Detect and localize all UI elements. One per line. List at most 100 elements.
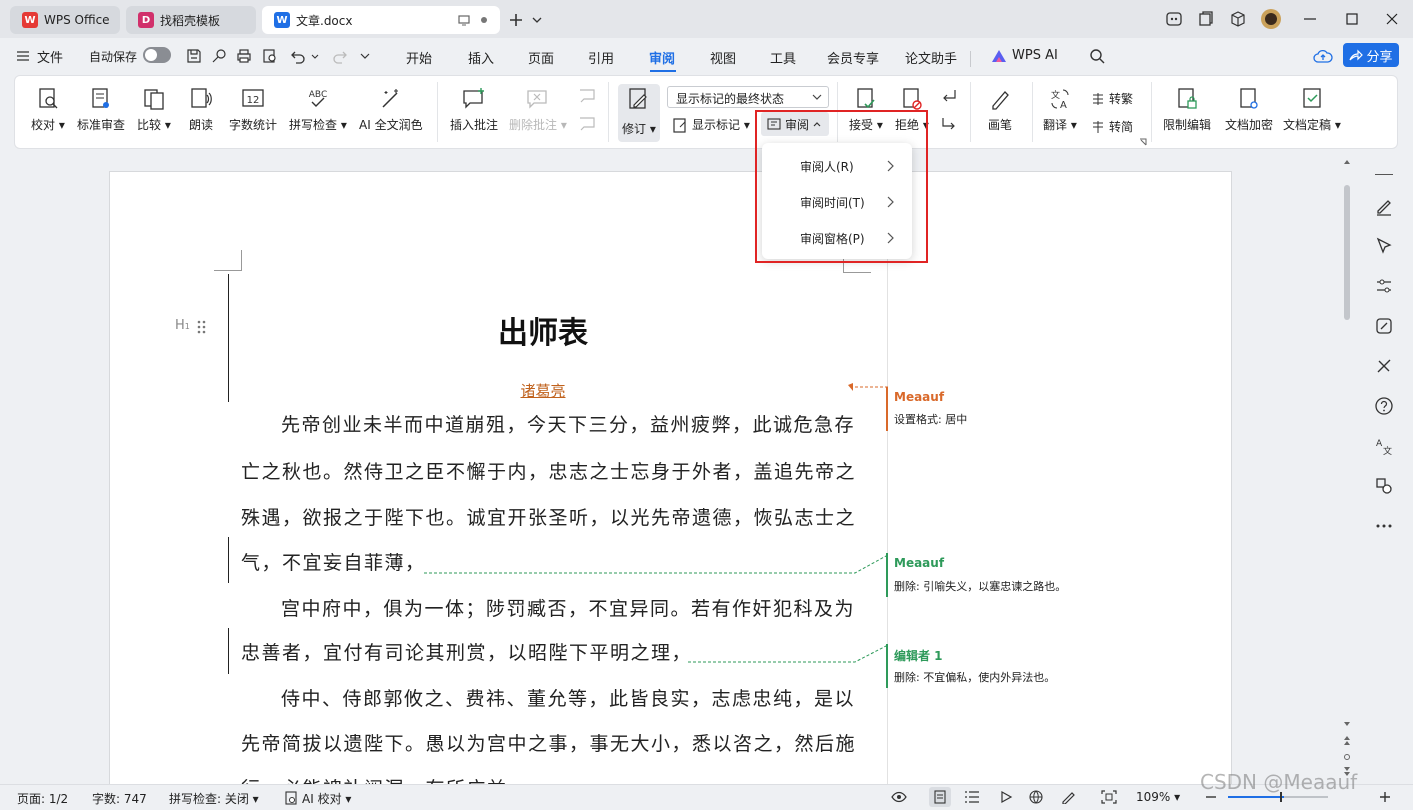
menu-member[interactable]: 会员专享 (827, 48, 879, 67)
to-simplified-button[interactable]: 转简 (1091, 118, 1133, 135)
cloud-upload-icon[interactable] (1313, 47, 1333, 65)
track-changes-button[interactable]: 修订 ▾ (618, 84, 660, 142)
cube-icon[interactable] (1228, 9, 1248, 29)
spell-check-indicator[interactable]: 拼写检查: 关闭 ▾ (169, 790, 259, 807)
zoom-level[interactable]: 109% ▾ (1136, 790, 1180, 804)
tab-wps-office[interactable]: W WPS Office (10, 6, 120, 34)
pen-button[interactable]: 画笔 (987, 86, 1013, 133)
word-count-icon-text: 12 (247, 95, 260, 106)
maximize-icon[interactable] (1342, 9, 1362, 29)
show-markup-label: 显示标记 (692, 118, 741, 132)
spell-check-button[interactable]: ABC 拼写检查 ▾ (289, 86, 347, 133)
dialog-launcher-icon[interactable] (1139, 138, 1147, 146)
ai-polish-button[interactable]: AI 全文润色 (359, 86, 423, 133)
read-aloud-button[interactable]: 朗读 (188, 86, 214, 133)
skin-icon[interactable] (1164, 9, 1184, 29)
minimize-icon[interactable] (1300, 9, 1320, 29)
translate-button[interactable]: 文A 翻译 ▾ (1043, 86, 1077, 133)
cursor-icon[interactable] (1374, 236, 1394, 256)
restrict-edit-icon (1178, 88, 1197, 109)
zoom-out-icon[interactable] (1205, 795, 1217, 799)
encrypt-button[interactable]: 文档加密 (1225, 86, 1273, 133)
show-markup-button[interactable]: 显示标记 ▾ (672, 116, 750, 133)
page-view-button[interactable] (929, 787, 951, 807)
word-count-indicator[interactable]: 字数: 747 (92, 790, 147, 807)
to-traditional-button[interactable]: 转繁 (1091, 90, 1133, 107)
scroll-up-icon[interactable] (1343, 159, 1351, 165)
unsaved-dot-icon (481, 17, 487, 23)
change-bar (228, 274, 229, 402)
vertical-scrollbar[interactable] (1340, 155, 1354, 785)
help-icon[interactable] (1374, 396, 1394, 416)
adjust-icon[interactable] (1374, 276, 1394, 296)
chevron-down-icon[interactable] (311, 54, 319, 60)
scrollbar-thumb[interactable] (1344, 185, 1350, 320)
next-change-icon[interactable] (940, 115, 958, 133)
delete-comment-button[interactable]: 删除批注 ▾ (509, 86, 567, 133)
window-icon[interactable] (458, 14, 470, 26)
menu-thesis[interactable]: 论文助手 (905, 48, 957, 67)
insert-comment-button[interactable]: 插入批注 (450, 86, 498, 133)
compare-button[interactable]: 比较 ▾ (137, 86, 171, 133)
wps-ai-button[interactable]: WPS AI (1012, 48, 1058, 63)
print-preview-icon[interactable] (262, 48, 278, 64)
web-view-icon[interactable] (1029, 790, 1043, 804)
to-simplified-label: 转简 (1109, 120, 1134, 134)
eye-icon[interactable] (891, 790, 907, 804)
search-icon[interactable] (1089, 48, 1105, 64)
save-icon[interactable] (186, 48, 202, 64)
redo-icon[interactable] (332, 48, 348, 64)
drag-handle-icon[interactable] (197, 320, 207, 334)
word-count-button[interactable]: 12 字数统计 (229, 86, 277, 133)
more-icon[interactable] (1374, 516, 1394, 536)
undo-icon[interactable] (290, 48, 306, 64)
shapes-icon[interactable] (1374, 476, 1394, 496)
standard-review-button[interactable]: 标准审查 (77, 86, 125, 133)
menu-tools[interactable]: 工具 (770, 48, 796, 67)
zoom-slider[interactable] (1228, 792, 1328, 802)
share-button[interactable]: 分享 (1343, 43, 1399, 67)
paragraph-line: 侍中、侍郎郭攸之、费祎、董允等，此皆良实，志虑忠纯，是以 (281, 688, 856, 710)
outline-view-icon[interactable] (964, 790, 980, 804)
new-tab-icon[interactable] (508, 12, 524, 28)
autosave-toggle[interactable] (143, 47, 171, 63)
tab-document[interactable]: W 文章.docx (262, 6, 500, 34)
page-view-icon (934, 790, 946, 804)
hamburger-icon[interactable] (16, 50, 30, 62)
next-comment-icon[interactable] (578, 115, 598, 133)
translate-icon[interactable]: A文 (1374, 436, 1394, 456)
chevron-down-icon[interactable] (532, 16, 542, 24)
close-icon[interactable] (1382, 9, 1402, 29)
multi-window-icon[interactable] (1196, 9, 1216, 29)
zoom-in-icon[interactable] (1379, 791, 1391, 803)
pen-icon[interactable] (1061, 790, 1075, 804)
display-mode-select[interactable]: 显示标记的最终状态 (667, 86, 829, 108)
menu-home[interactable]: 开始 (406, 48, 432, 67)
menu-file[interactable]: 文件 (37, 47, 63, 66)
previous-comment-icon[interactable] (578, 87, 598, 105)
chevron-down-icon[interactable] (360, 53, 370, 60)
ai-check-button[interactable]: AI 校对 ▾ (302, 790, 351, 807)
play-icon[interactable] (999, 790, 1013, 804)
print-icon[interactable] (236, 48, 252, 64)
export-icon[interactable] (211, 48, 227, 64)
restrict-edit-button[interactable]: 限制编辑 (1163, 86, 1211, 133)
tools-icon[interactable] (1374, 356, 1394, 376)
tab-template[interactable]: D 找稻壳模板 (126, 6, 256, 34)
avatar[interactable] (1260, 8, 1282, 30)
scroll-down-icon[interactable] (1343, 721, 1351, 727)
style-icon[interactable] (1374, 316, 1394, 336)
pen-icon[interactable] (1374, 196, 1394, 216)
proofread-button[interactable]: 校对 ▾ (31, 86, 65, 133)
ai-polish-label: AI 全文润色 (359, 118, 423, 132)
finalize-button[interactable]: 文档定稿 ▾ (1283, 86, 1341, 133)
wps-ai-icon[interactable] (990, 48, 1008, 64)
menu-insert[interactable]: 插入 (468, 48, 494, 67)
menu-view[interactable]: 视图 (710, 48, 736, 67)
menu-references[interactable]: 引用 (588, 48, 614, 67)
previous-change-icon[interactable] (940, 87, 958, 105)
page-indicator[interactable]: 页面: 1/2 (17, 790, 68, 807)
fit-page-icon[interactable] (1101, 790, 1117, 804)
menu-page[interactable]: 页面 (528, 48, 554, 67)
menu-review[interactable]: 审阅 (649, 48, 675, 67)
